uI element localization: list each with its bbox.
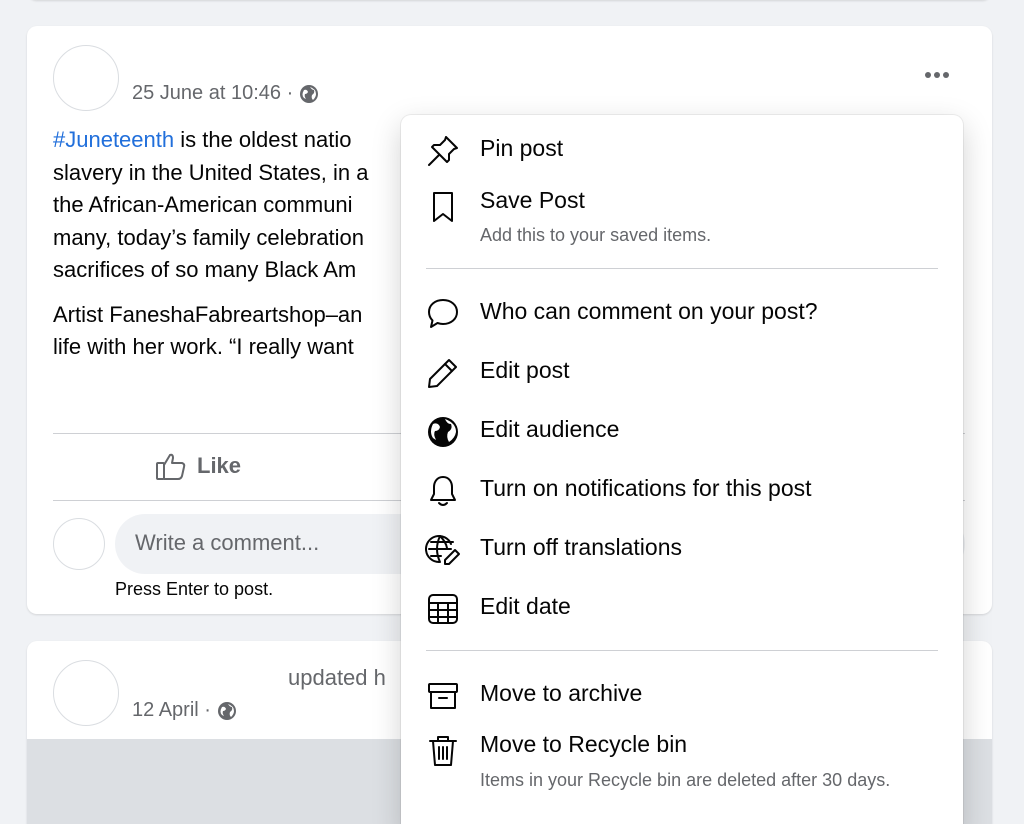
like-label: Like (197, 453, 242, 478)
menu-item-description: Add this to your saved items. (480, 225, 712, 245)
menu-item-edit-audience[interactable]: Edit audience (401, 414, 963, 464)
post-updated-text: updated h (288, 665, 386, 690)
post-meta: 12 April · (132, 699, 237, 722)
press-enter-hint: Press Enter to post. (115, 579, 274, 599)
menu-item-move-to-recycle-bin[interactable]: Move to Recycle bin Items in your Recycl… (401, 731, 963, 821)
menu-item-label: Edit audience (480, 416, 620, 442)
menu-item-pin-post[interactable]: Pin post (401, 133, 963, 189)
menu-item-description: Items in your Recycle bin are deleted af… (480, 770, 891, 790)
menu-item-edit-post[interactable]: Edit post (401, 355, 963, 405)
post-options-menu: Pin post Save Post Add this to your save… (401, 115, 963, 824)
menu-divider (426, 650, 938, 651)
menu-item-who-can-comment[interactable]: Who can comment on your post? (401, 296, 963, 346)
hashtag-link[interactable]: #Juneteenth (53, 127, 174, 152)
post-text-line: is the oldest natio (174, 127, 352, 152)
archive-box-icon (428, 683, 458, 709)
globe-icon (217, 701, 236, 720)
menu-item-label: Save Post (480, 187, 585, 213)
menu-item-label: Edit post (480, 357, 570, 383)
pin-icon (428, 136, 458, 166)
trash-icon (429, 736, 457, 766)
globe-icon (300, 84, 319, 103)
menu-item-move-to-archive[interactable]: Move to archive (401, 678, 963, 728)
like-button[interactable]: Like (155, 451, 241, 481)
menu-item-edit-date[interactable]: Edit date (401, 591, 963, 641)
more-options-icon[interactable] (922, 62, 952, 88)
menu-item-label: Turn off translations (480, 534, 682, 560)
menu-item-label: Move to Recycle bin (480, 731, 688, 757)
author-avatar[interactable] (53, 45, 119, 111)
menu-item-label: Who can comment on your post? (480, 298, 818, 324)
comment-bubble-icon (428, 299, 458, 328)
post-timestamp[interactable]: 12 April · (132, 699, 211, 722)
thumbs-up-icon (156, 453, 186, 480)
bookmark-icon (433, 192, 453, 222)
globe-pencil-icon (425, 535, 460, 565)
menu-item-label: Move to archive (480, 680, 643, 706)
menu-item-turn-on-notifications[interactable]: Turn on notifications for this post (401, 473, 963, 523)
menu-item-save-post[interactable]: Save Post Add this to your saved items. (401, 187, 963, 251)
menu-item-label: Pin post (480, 135, 564, 161)
author-avatar[interactable] (53, 660, 119, 726)
menu-item-label: Turn on notifications for this post (480, 475, 812, 501)
post-meta: 25 June at 10:46 · (132, 82, 319, 105)
menu-item-turn-off-translations[interactable]: Turn off translations (401, 532, 963, 582)
commenter-avatar (53, 518, 105, 570)
globe-icon (428, 417, 458, 447)
calendar-icon (428, 594, 458, 624)
bell-icon (430, 476, 456, 506)
post-timestamp[interactable]: 25 June at 10:46 · (132, 82, 293, 105)
pencil-icon (428, 359, 457, 388)
menu-item-label: Edit date (480, 593, 571, 619)
menu-divider (426, 268, 938, 269)
